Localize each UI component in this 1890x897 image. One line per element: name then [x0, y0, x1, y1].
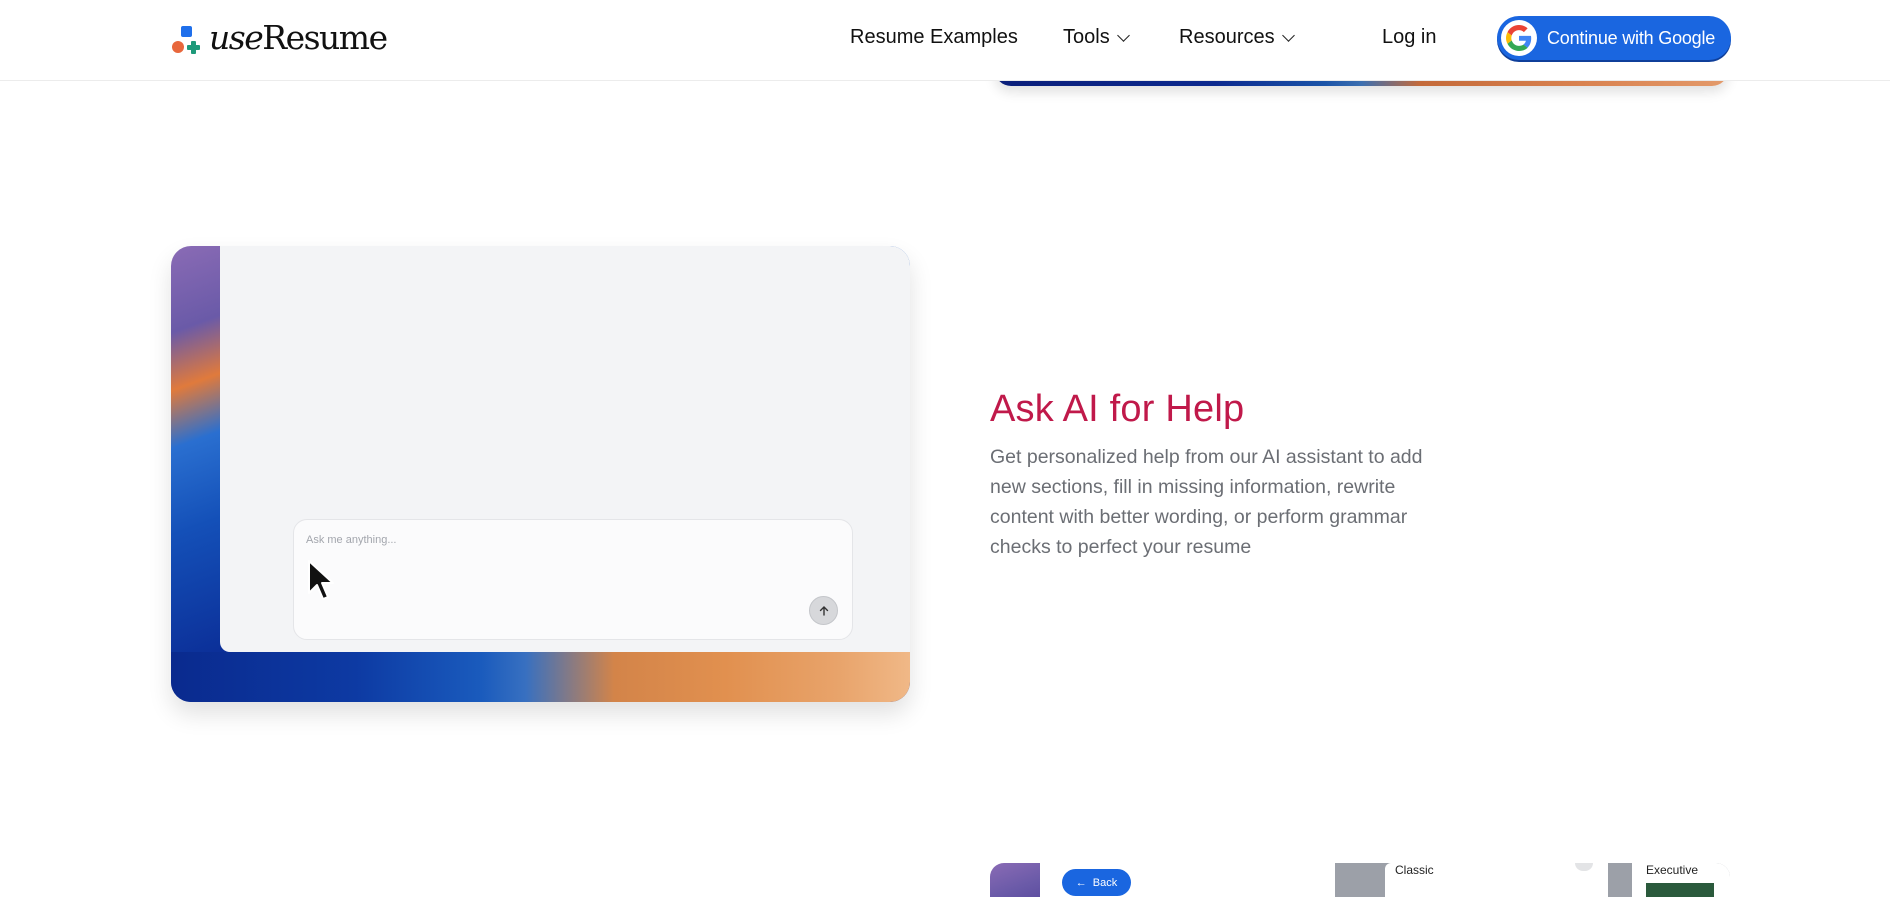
logo-mark-icon: [171, 22, 201, 54]
back-button[interactable]: ← Back: [1062, 869, 1131, 896]
continue-with-google-button[interactable]: Continue with Google: [1497, 16, 1731, 60]
login-label: Log in: [1382, 26, 1437, 48]
template-executive-label: Executive: [1646, 863, 1699, 877]
nav-resume-examples-label: Resume Examples: [850, 26, 1018, 48]
google-icon: [1501, 20, 1537, 56]
next-feature-image-right: Classic Executive: [1335, 863, 1730, 897]
back-label: Back: [1092, 876, 1118, 889]
chat-input[interactable]: Ask me anything...: [293, 519, 853, 640]
chevron-down-icon: [1116, 28, 1130, 42]
arrow-left-icon: ←: [1075, 876, 1087, 889]
nav-tools[interactable]: Tools: [1063, 26, 1130, 49]
nav-resources-label: Resources: [1179, 26, 1275, 48]
continue-with-google-label: Continue with Google: [1547, 27, 1716, 48]
template-card-classic: Classic: [1385, 863, 1608, 897]
chevron-down-icon: [1281, 28, 1295, 42]
template-card-executive: Executive: [1632, 863, 1730, 897]
logo-suffix: Resume: [262, 18, 388, 57]
login-link[interactable]: Log in: [1382, 26, 1437, 49]
mouse-cursor-icon: [308, 560, 334, 600]
chat-placeholder: Ask me anything...: [306, 534, 397, 546]
feature-description: Get personalized help from our AI assist…: [990, 446, 1423, 558]
nav-resources[interactable]: Resources: [1179, 26, 1295, 49]
template-toggle: [1575, 863, 1593, 871]
card-gradient-band: [171, 652, 910, 702]
nav-tools-label: Tools: [1063, 26, 1110, 48]
feature-title: Ask AI for Help: [990, 388, 1245, 430]
template-classic-label: Classic: [1395, 863, 1434, 877]
nav-resume-examples[interactable]: Resume Examples: [850, 26, 1018, 49]
next-feature-image-left: [990, 863, 1040, 897]
send-button[interactable]: [809, 596, 838, 625]
template-executive-preview: [1646, 883, 1714, 897]
site-header: useResume Resume Examples Tools Resource…: [0, 0, 1890, 81]
logo[interactable]: useResume: [171, 18, 388, 57]
logo-text: useResume: [209, 18, 388, 57]
arrow-up-icon: [819, 605, 828, 616]
feature-illustration: Ask me anything...: [171, 246, 910, 702]
logo-prefix: use: [209, 18, 264, 57]
